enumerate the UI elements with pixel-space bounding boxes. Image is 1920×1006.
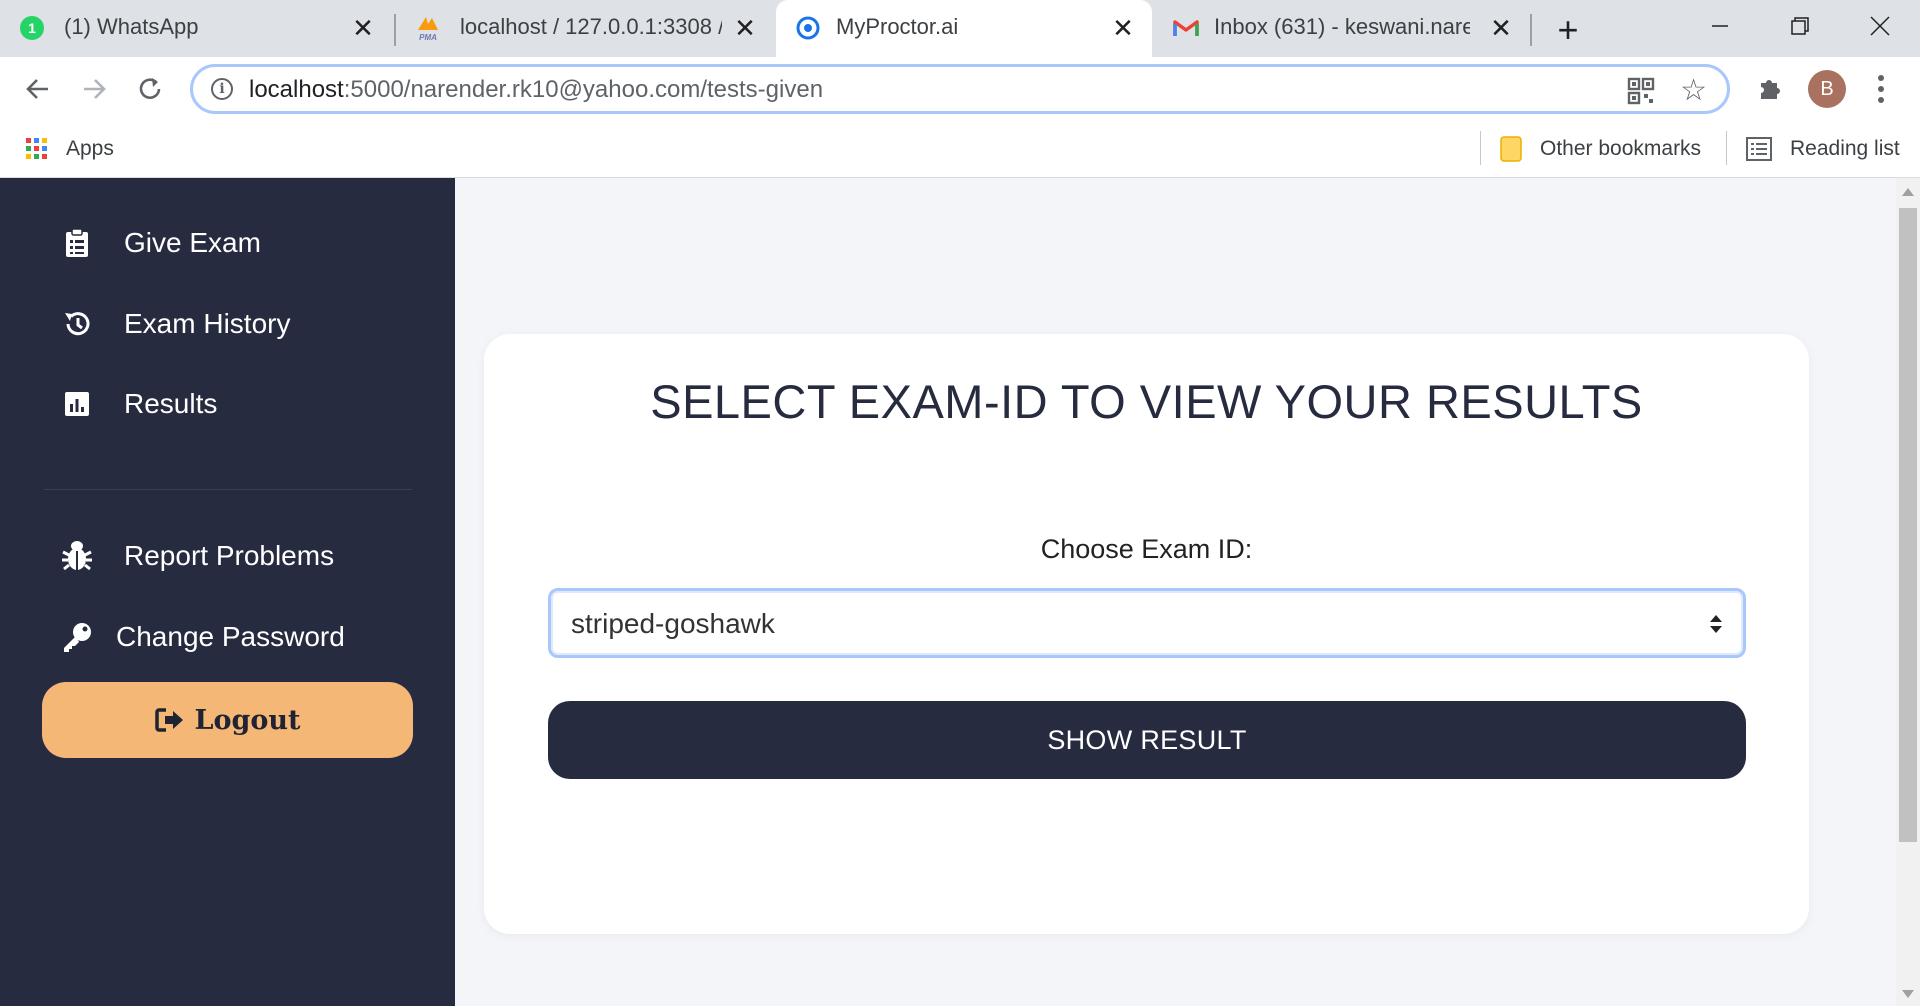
- selected-exam-value: striped-goshawk: [571, 608, 775, 639]
- sidebar-item-label: Give Exam: [124, 227, 261, 258]
- bookmark-label: Apps: [66, 137, 114, 160]
- exam-id-label: Choose Exam ID:: [1040, 534, 1253, 564]
- browser-toolbar: i localhost:5000/narender.rk10@yahoo.com…: [0, 57, 1920, 121]
- svg-text:PMA: PMA: [419, 33, 437, 42]
- browser-menu-icon[interactable]: [1866, 71, 1896, 107]
- bookmarks-bar: Apps Other bookmarks Reading list: [0, 121, 1920, 178]
- close-icon[interactable]: ✕: [348, 13, 378, 43]
- extensions-puzzle-icon[interactable]: [1756, 73, 1790, 107]
- site-icon: [794, 14, 822, 42]
- results-card: SELECT EXAM-ID TO VIEW YOUR RESULTS Choo…: [484, 334, 1809, 934]
- close-icon[interactable]: ✕: [1486, 13, 1516, 43]
- scroll-up-arrow-icon[interactable]: [1902, 188, 1914, 196]
- phpmyadmin-icon: PMA: [414, 14, 442, 42]
- qr-code-icon[interactable]: [1627, 77, 1655, 105]
- sidebar-item-label: Exam History: [124, 308, 291, 339]
- folder-icon: [1500, 136, 1522, 162]
- new-tab-button[interactable]: +: [1548, 9, 1588, 50]
- sidebar-item-exam-history[interactable]: Exam History: [60, 299, 290, 349]
- tab-phpmyadmin[interactable]: PMA localhost / 127.0.0.1:3308 / q ✕: [396, 0, 774, 57]
- sidebar-item-label: Results: [124, 388, 218, 419]
- tab-title: localhost / 127.0.0.1:3308 / q: [460, 14, 722, 39]
- sidebar-item-label: Report Problems: [124, 540, 335, 571]
- sidebar-item-give-exam[interactable]: Give Exam: [60, 218, 261, 268]
- forward-icon[interactable]: [72, 69, 116, 109]
- info-icon[interactable]: i: [211, 78, 233, 100]
- tab-gmail[interactable]: Inbox (631) - keswani.narend ✕: [1154, 0, 1530, 57]
- restore-icon[interactable]: [1772, 6, 1828, 46]
- sidebar-item-report-problems[interactable]: Report Problems: [60, 531, 334, 581]
- window-close-icon[interactable]: [1852, 6, 1908, 46]
- close-icon[interactable]: ✕: [1108, 13, 1138, 43]
- sidebar-item-label: Change Password: [116, 621, 345, 652]
- page-scrollbar[interactable]: [1896, 178, 1920, 1006]
- apps-grid-icon: [26, 138, 47, 159]
- tab-separator: [1530, 14, 1532, 46]
- chart-icon: [60, 387, 94, 421]
- select-arrows-icon: [1709, 613, 1723, 635]
- tab-whatsapp[interactable]: 1 (1) WhatsApp ✕: [0, 0, 392, 57]
- sidebar: Give Exam Exam History Results Report Pr…: [0, 178, 455, 1006]
- reading-list-icon: [1746, 137, 1772, 161]
- bookmark-other[interactable]: Other bookmarks: [1500, 133, 1701, 165]
- close-icon[interactable]: ✕: [730, 13, 760, 43]
- address-bar[interactable]: i localhost:5000/narender.rk10@yahoo.com…: [190, 64, 1730, 114]
- bookmark-label: Other bookmarks: [1540, 137, 1702, 160]
- page-title: SELECT EXAM-ID TO VIEW YOUR RESULTS: [650, 375, 1643, 428]
- gmail-icon: [1172, 14, 1200, 42]
- bookmark-separator: [1480, 131, 1481, 165]
- sidebar-item-results[interactable]: Results: [60, 379, 217, 429]
- bug-icon: [60, 539, 94, 573]
- bookmark-separator: [1726, 131, 1727, 165]
- bookmark-star-icon[interactable]: ☆: [1680, 73, 1707, 108]
- tab-strip: 1 (1) WhatsApp ✕ PMA localhost / 127.0.0…: [0, 0, 1920, 57]
- svg-text:1: 1: [28, 20, 36, 36]
- back-icon[interactable]: [16, 69, 60, 109]
- clipboard-icon: [60, 226, 94, 260]
- reading-list-button[interactable]: Reading list: [1746, 133, 1900, 165]
- tab-title: Inbox (631) - keswani.narend: [1214, 14, 1470, 39]
- minimize-icon[interactable]: [1692, 6, 1748, 46]
- page-content: Give Exam Exam History Results Report Pr…: [0, 178, 1896, 1006]
- show-result-button[interactable]: SHOW RESULT: [548, 701, 1746, 779]
- profile-avatar[interactable]: B: [1808, 70, 1846, 108]
- bookmark-label: Reading list: [1790, 137, 1900, 160]
- sidebar-item-change-password[interactable]: Change Password: [60, 612, 345, 662]
- logout-label: Logout: [194, 704, 301, 736]
- sidebar-divider: [44, 489, 412, 490]
- tab-title: (1) WhatsApp: [64, 14, 199, 39]
- reload-icon[interactable]: [128, 69, 172, 109]
- url-text: localhost:5000/narender.rk10@yahoo.com/t…: [249, 76, 824, 103]
- key-icon: [60, 620, 94, 654]
- exam-id-select[interactable]: striped-goshawk: [548, 588, 1746, 658]
- tab-title: MyProctor.ai: [836, 14, 959, 39]
- scroll-down-arrow-icon[interactable]: [1902, 990, 1914, 998]
- bookmark-apps[interactable]: Apps: [26, 133, 114, 165]
- whatsapp-icon: 1: [18, 14, 46, 42]
- sign-out-icon: [154, 708, 183, 732]
- logout-button[interactable]: Logout: [42, 682, 413, 758]
- history-icon: [60, 307, 94, 341]
- tab-myproctor[interactable]: MyProctor.ai ✕: [776, 0, 1152, 57]
- scrollbar-thumb[interactable]: [1899, 208, 1917, 842]
